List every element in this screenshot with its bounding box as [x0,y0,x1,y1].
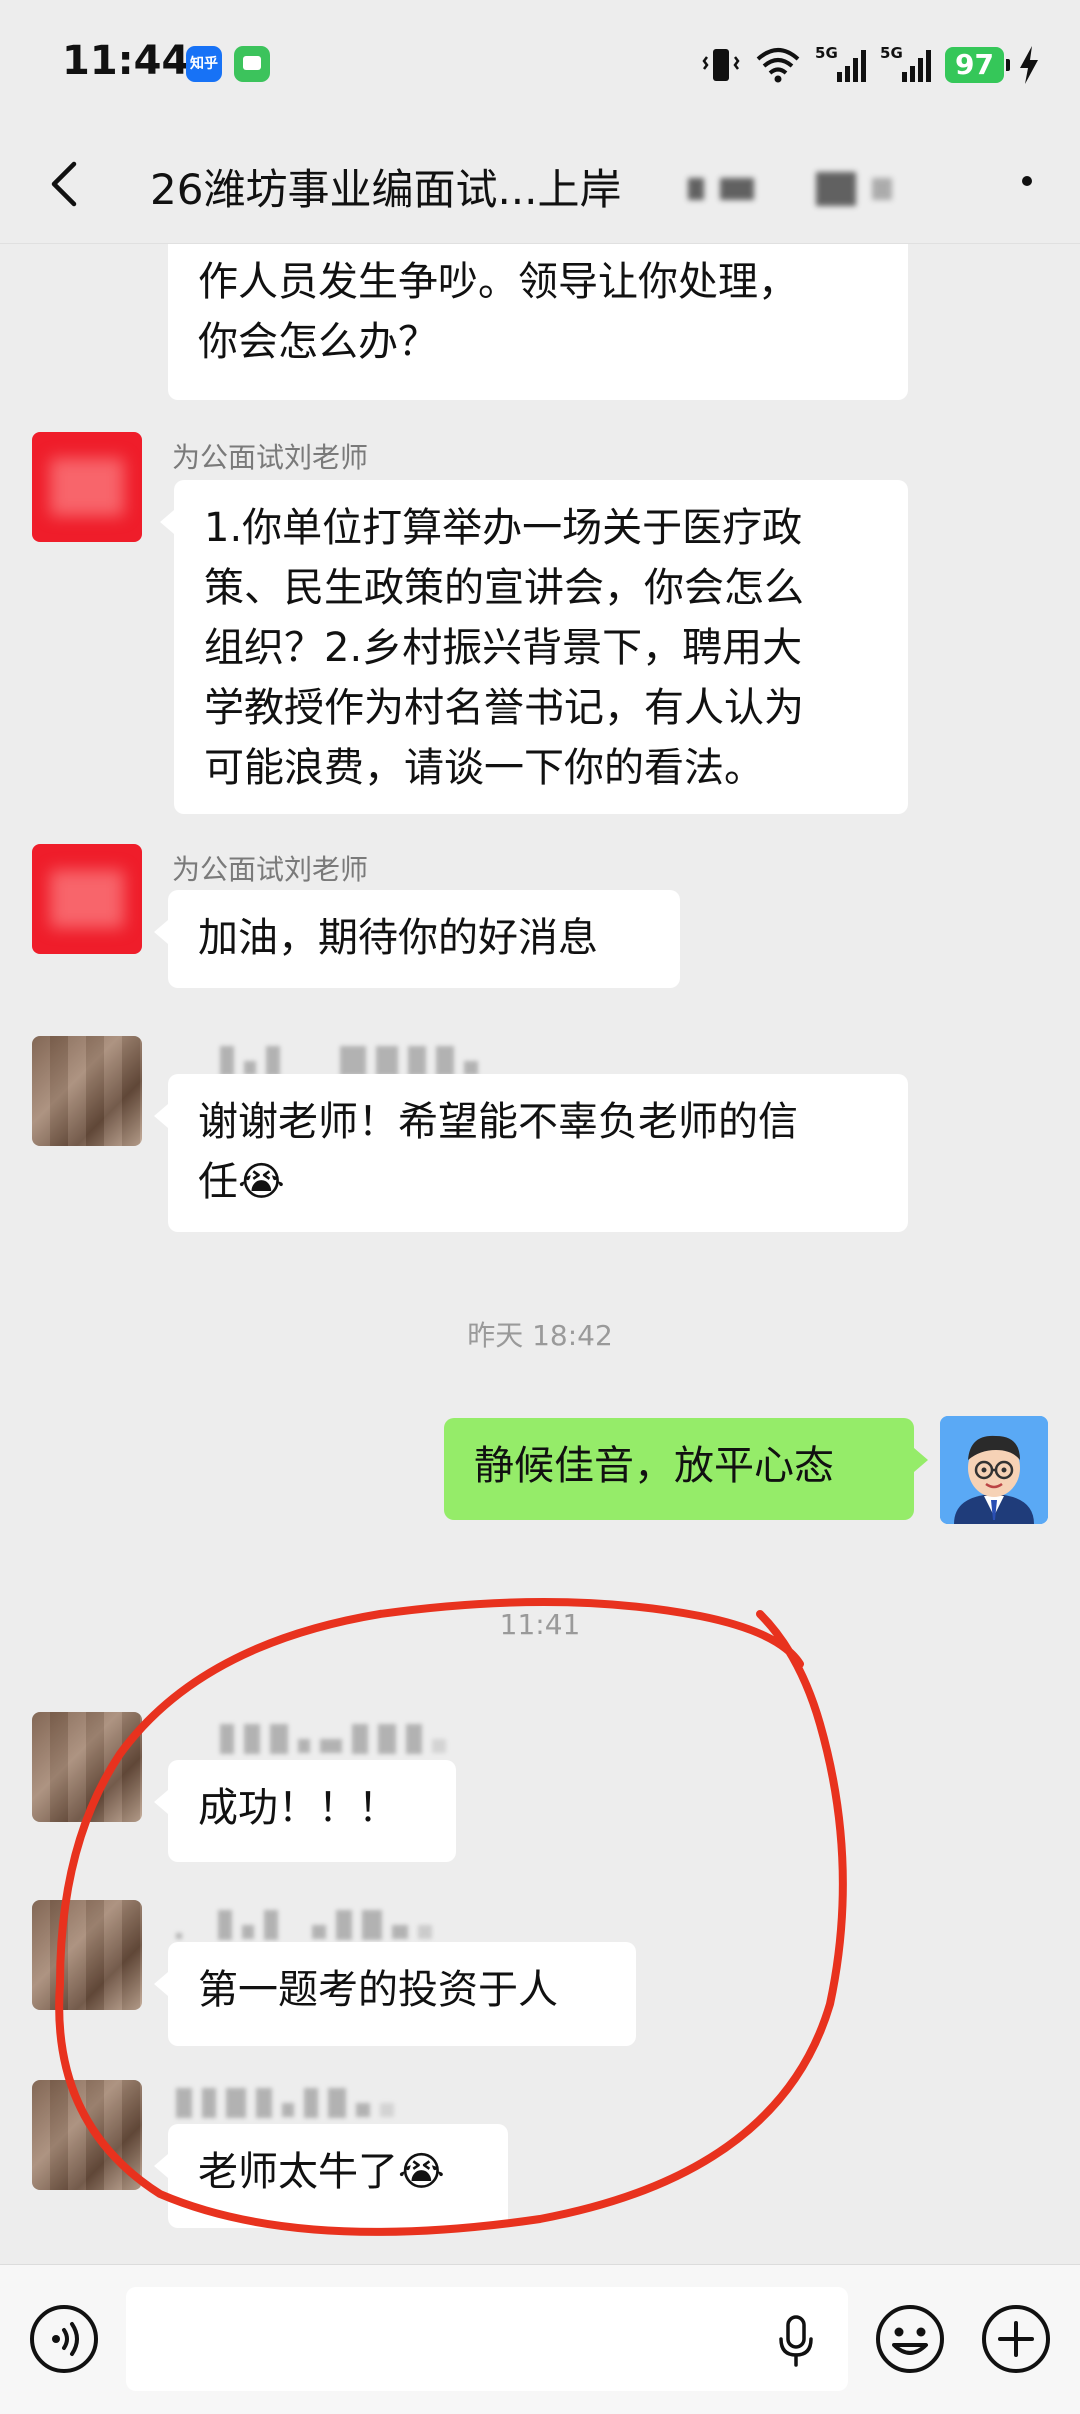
message-text-line: 作人员发生争吵。领导让你处理， [198,259,798,305]
avatar[interactable] [32,1712,142,1822]
message-bubble[interactable]: 老师太牛了😭 [154,2124,508,2228]
network-type-2: 5G [880,44,903,62]
mic-icon[interactable] [776,2313,816,2369]
message-text: 成功！！！ [198,1785,398,1831]
message-text-line: 学教授作为村名誉书记，有人认为 [204,685,804,731]
chevron-left-icon[interactable] [36,154,96,214]
title-blur [688,178,704,200]
message-text-line: 你会怎么办？ [198,319,438,365]
message-text: 老师太牛了😭 [198,2149,445,2195]
sender-name-blurred [220,1722,446,1756]
avatar[interactable] [32,1900,142,2010]
status-indicators: 5G 5G 97 [701,40,1040,90]
message-list[interactable]: 作人员发生争吵。领导让你处理， 你会怎么办？ 为公面试刘老师 1.你单位打算举办… [0,244,1080,2264]
message-text-line: 可能浪费，请谈一下你的看法。 [204,745,764,791]
message-text-line: 任😭 [198,1159,285,1205]
input-bar [0,2264,1080,2414]
charging-icon [1020,46,1038,84]
sender-name-blurred [176,1908,432,1942]
signal-icon-1: 5G [815,44,867,82]
messages-app-icon [234,46,270,82]
message-text-line: 策、民生政策的宣讲会，你会怎么 [204,565,804,611]
timestamp: 昨天 18:42 [467,1319,613,1352]
more-icon[interactable] [1022,176,1032,186]
sender-name: 为公面试刘老师 [172,441,369,474]
avatar[interactable] [32,1036,142,1146]
message-text: 加油，期待你的好消息 [198,915,598,961]
avatar-self[interactable] [940,1416,1048,1524]
status-time: 11:44 [62,38,190,84]
title-blur [720,178,754,200]
message-bubble[interactable]: 谢谢老师！希望能不辜负老师的信 任😭 [154,1074,908,1232]
plus-icon[interactable] [980,2303,1052,2375]
vibrate-icon [702,49,740,81]
message-text-line: 谢谢老师！希望能不辜负老师的信 [198,1099,798,1145]
chat-title: 26潍坊事业编面试...上岸 [150,165,622,214]
chat-header: 26潍坊事业编面试...上岸 [0,128,1080,244]
avatar[interactable] [32,844,142,954]
zhihu-app-icon: 知乎 [186,46,222,82]
message-text: 静候佳音，放平心态 [474,1443,834,1489]
emoji-icon[interactable] [874,2303,946,2375]
timestamp: 11:41 [499,1608,581,1641]
title-blur [816,172,856,206]
cartoon-avatar-icon [940,1416,1048,1524]
message-bubble[interactable]: 静候佳音，放平心态 [444,1418,928,1520]
battery-indicator: 97 [945,47,1010,83]
sender-name-blurred [220,1044,478,1078]
network-type-1: 5G [815,44,838,62]
sender-name: 为公面试刘老师 [172,853,369,886]
message-bubble[interactable]: 成功！！！ [154,1760,456,1862]
message-bubble[interactable]: 第一题考的投资于人 [154,1942,636,2046]
voice-icon[interactable] [28,2303,100,2375]
message-bubble[interactable]: 作人员发生争吵。领导让你处理， 你会怎么办？ [168,244,908,400]
wifi-icon [756,48,800,83]
message-text-line: 1.你单位打算举办一场关于医疗政 [204,505,803,551]
message-text-line: 组织？2.乡村振兴背景下，聘用大 [204,625,803,671]
message-bubble[interactable]: 1.你单位打算举办一场关于医疗政 策、民生政策的宣讲会，你会怎么 组织？2.乡村… [160,480,908,814]
signal-icon-2: 5G [880,44,932,82]
message-text: 第一题考的投资于人 [198,1967,558,2013]
message-input[interactable] [126,2287,848,2391]
sender-name-blurred [176,2086,394,2120]
avatar[interactable] [32,432,142,542]
message-bubble[interactable]: 加油，期待你的好消息 [154,890,680,988]
status-bar: 11:44 知乎 5G 5G 97 [0,0,1080,128]
avatar[interactable] [32,2080,142,2190]
title-blur [872,178,892,200]
